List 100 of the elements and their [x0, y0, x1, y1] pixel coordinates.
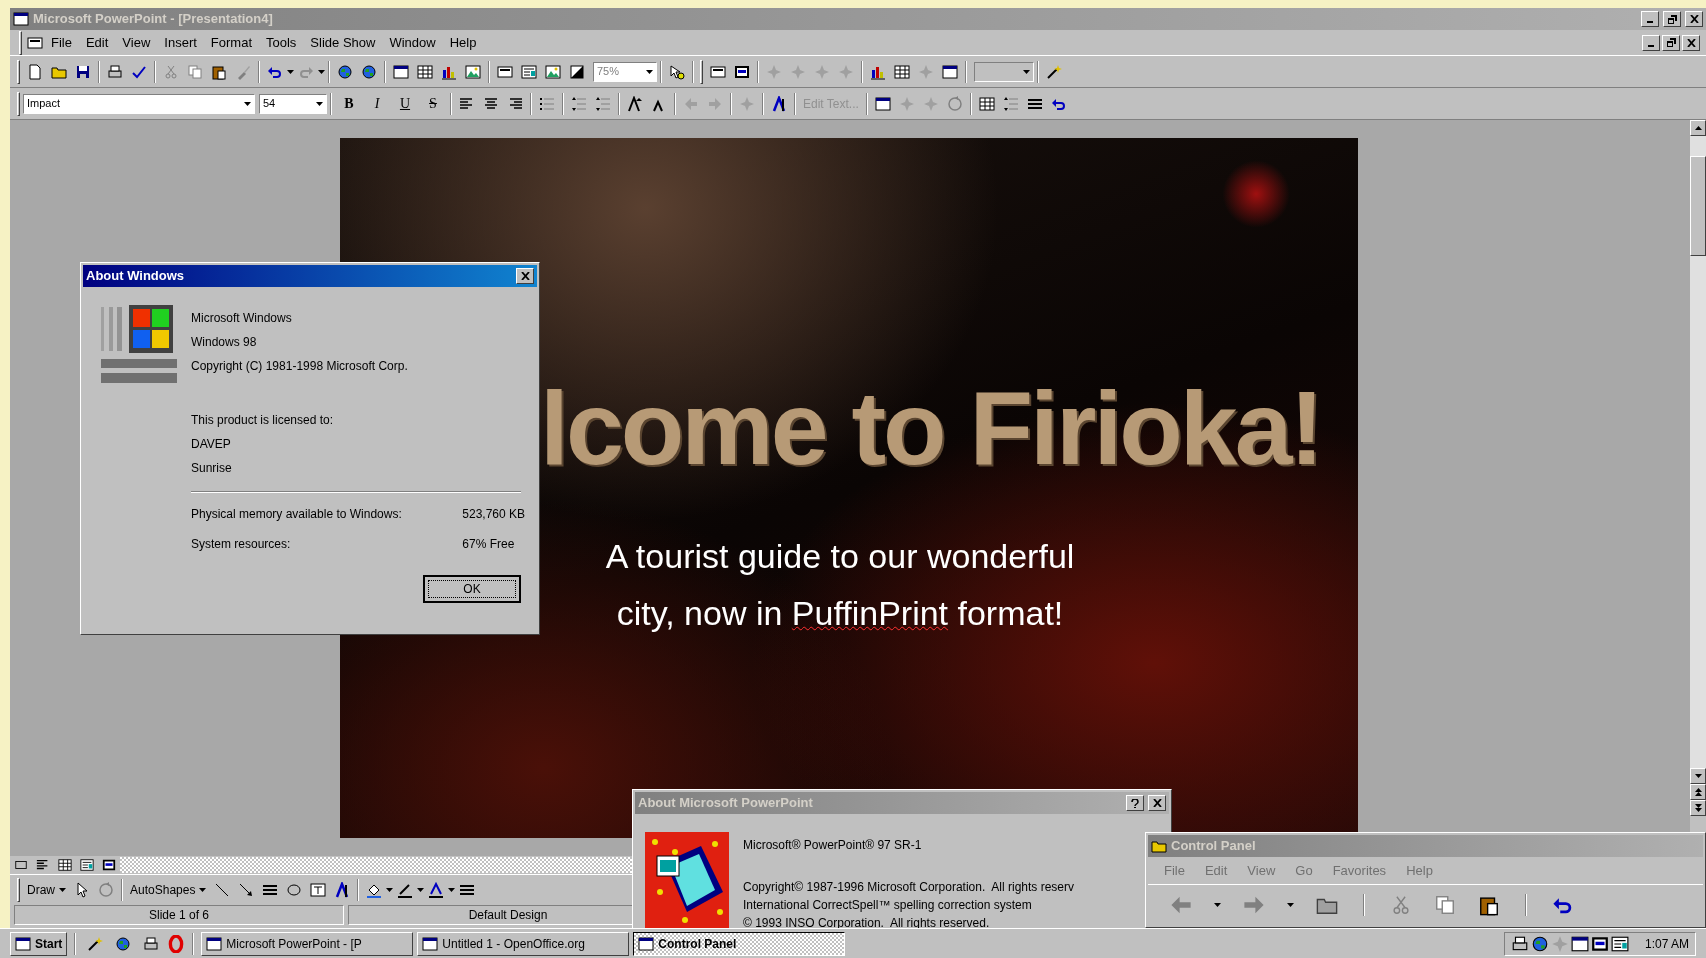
help-button[interactable]: [1126, 795, 1144, 811]
font-size-field[interactable]: 54: [259, 93, 327, 114]
layout-icon[interactable]: [80, 858, 94, 872]
contrast-icon[interactable]: [569, 63, 585, 80]
dropdown-caret-icon[interactable]: [448, 887, 456, 892]
layout-icon[interactable]: [521, 63, 537, 80]
zoom-field[interactable]: 75%: [593, 61, 657, 82]
slide-icon[interactable]: [497, 63, 513, 80]
dropdown-caret-icon[interactable]: [417, 887, 425, 892]
printer-icon[interactable]: [143, 935, 160, 952]
dropdown-caret-icon[interactable]: [646, 69, 653, 74]
diagonal-arrow-icon[interactable]: [238, 881, 255, 898]
slide-icon[interactable]: [27, 34, 43, 51]
start-button[interactable]: Start: [10, 931, 68, 956]
cursor-icon[interactable]: [74, 881, 90, 898]
ring-icon[interactable]: [167, 934, 186, 953]
menu-item[interactable]: Help: [443, 32, 483, 53]
menu-item[interactable]: Insert: [158, 32, 203, 53]
align-left-icon[interactable]: [459, 95, 475, 112]
text-style-button[interactable]: S: [419, 91, 447, 116]
globe-icon[interactable]: [115, 935, 132, 952]
color-field[interactable]: [974, 61, 1034, 82]
shadow-a-icon[interactable]: [771, 95, 787, 112]
menu-item[interactable]: Tools: [260, 32, 303, 53]
grid-icon[interactable]: [58, 858, 72, 872]
picture-icon[interactable]: [545, 63, 561, 80]
pen-line-icon[interactable]: [397, 881, 414, 898]
vertical-scrollbar[interactable]: [1690, 120, 1706, 816]
font-color-icon[interactable]: [428, 881, 445, 898]
printer-icon[interactable]: [1510, 934, 1529, 953]
dropdown-caret-icon[interactable]: [1287, 903, 1294, 907]
printer-icon[interactable]: [107, 63, 123, 80]
dropdown-caret-icon[interactable]: [59, 887, 66, 892]
menu-item[interactable]: Format: [204, 32, 258, 53]
text-style-button[interactable]: U: [391, 91, 419, 116]
window-icon[interactable]: [874, 95, 891, 112]
document-close-button[interactable]: [1682, 34, 1700, 51]
menu-item[interactable]: Slide Show: [304, 32, 382, 53]
font-field[interactable]: Impact: [23, 93, 255, 114]
close-button[interactable]: [1685, 11, 1703, 27]
dropdown-caret-icon[interactable]: [244, 101, 251, 106]
next-slide-button[interactable]: [1690, 800, 1706, 816]
align-center-icon[interactable]: [483, 95, 499, 112]
clipboard-icon[interactable]: [211, 63, 227, 80]
scroll-thumb[interactable]: [1690, 156, 1706, 256]
close-button[interactable]: [1148, 795, 1166, 811]
document-minimize-button[interactable]: [1642, 34, 1660, 51]
menu-item[interactable]: Window: [383, 32, 442, 53]
align-right-icon[interactable]: [507, 95, 523, 112]
scroll-down-button[interactable]: [1690, 768, 1706, 784]
layout-icon[interactable]: [1610, 934, 1629, 953]
magic-wand-icon[interactable]: [87, 935, 104, 952]
menu-item[interactable]: Edit: [79, 32, 115, 53]
globe-icon[interactable]: [1530, 934, 1549, 953]
font-grow-icon[interactable]: [627, 95, 643, 112]
slide-icon[interactable]: [710, 63, 726, 80]
panel-icon[interactable]: [734, 63, 750, 80]
help-pointer-icon[interactable]: [669, 63, 685, 80]
rectangle-icon[interactable]: [14, 858, 28, 872]
menu-item[interactable]: View: [116, 32, 157, 53]
ok-button[interactable]: OK: [423, 575, 521, 603]
window-icon[interactable]: [1570, 934, 1589, 953]
grid-icon[interactable]: [894, 63, 910, 80]
clipboard-icon[interactable]: [1478, 894, 1500, 916]
taskbar-button[interactable]: Control Panel: [633, 931, 846, 956]
window-icon[interactable]: [942, 63, 958, 80]
spacing-icon[interactable]: [595, 95, 611, 112]
globe-icon[interactable]: [361, 63, 377, 80]
copy-icon[interactable]: [187, 63, 203, 80]
dropdown-caret-icon[interactable]: [199, 887, 207, 892]
shadow-a-icon[interactable]: [334, 881, 351, 898]
dropdown-caret-icon[interactable]: [1214, 903, 1221, 907]
scroll-up-button[interactable]: [1690, 120, 1706, 136]
text-style-button[interactable]: B: [335, 91, 363, 116]
dropdown-caret-icon[interactable]: [287, 69, 294, 74]
grid-icon[interactable]: [417, 63, 433, 80]
text-box-icon[interactable]: [310, 881, 327, 898]
close-button[interactable]: [516, 268, 534, 284]
menu-item[interactable]: File: [45, 32, 78, 53]
new-page-icon[interactable]: [27, 63, 43, 80]
taskbar-button[interactable]: Untitled 1 - OpenOffice.org: [417, 931, 630, 956]
grid-icon[interactable]: [978, 95, 995, 112]
magic-wand-icon[interactable]: [1046, 63, 1062, 80]
minimize-button[interactable]: [1641, 11, 1659, 27]
picture-icon[interactable]: [465, 63, 481, 80]
dropdown-caret-icon[interactable]: [386, 887, 394, 892]
bullets-icon[interactable]: [539, 95, 555, 112]
dropdown-caret-icon[interactable]: [1023, 69, 1030, 74]
align-left-icon[interactable]: [36, 858, 50, 872]
spacing-icon[interactable]: [1002, 95, 1019, 112]
previous-slide-button[interactable]: [1690, 784, 1706, 800]
draw-menu-button[interactable]: Draw: [23, 880, 70, 899]
window-icon[interactable]: [393, 63, 409, 80]
globe-icon[interactable]: [337, 63, 353, 80]
panel-icon[interactable]: [1590, 934, 1609, 953]
dropdown-caret-icon[interactable]: [316, 101, 323, 106]
autoshapes-menu-button[interactable]: AutoShapes: [126, 880, 211, 899]
panel-icon[interactable]: [102, 858, 116, 872]
dropdown-caret-icon[interactable]: [318, 69, 325, 74]
diagonal-line-icon[interactable]: [214, 881, 231, 898]
